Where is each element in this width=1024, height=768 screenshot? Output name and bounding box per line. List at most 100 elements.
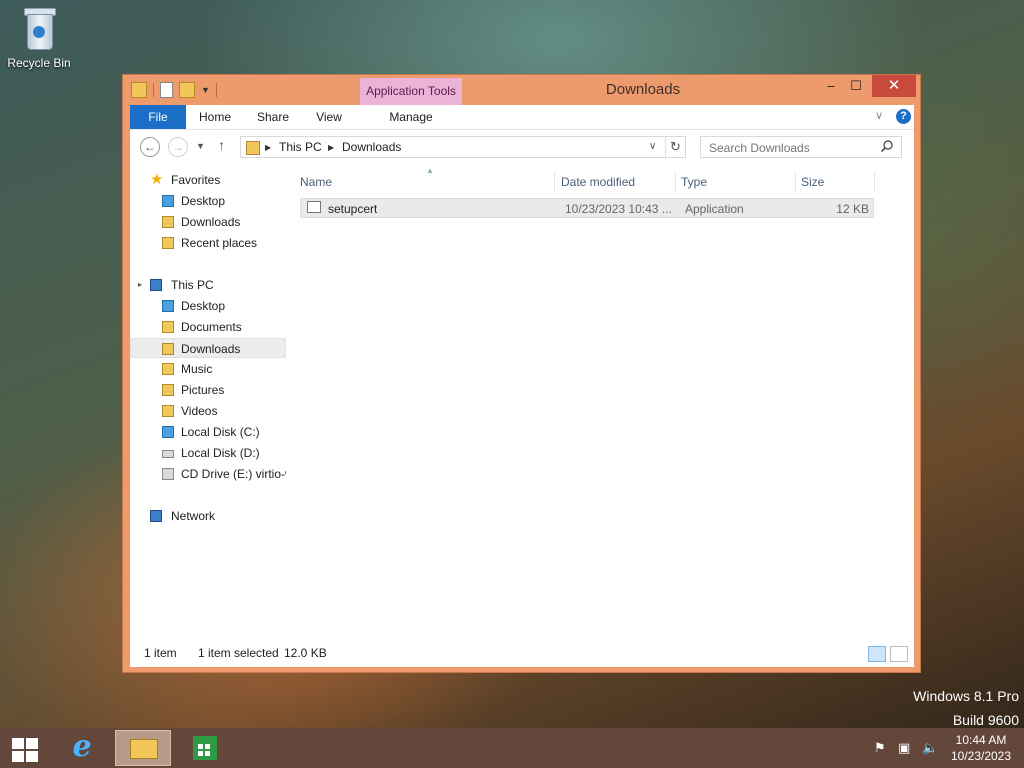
recycle-bin-label: Recycle Bin (7, 56, 71, 70)
file-explorer-taskbar-button[interactable] (115, 730, 171, 766)
forward-button[interactable]: → (168, 137, 188, 157)
back-button[interactable]: ← (140, 137, 160, 157)
address-bar[interactable]: ▶ This PC ▶ Downloads ∨ ↻ (240, 136, 686, 158)
status-bar: 1 item 1 item selected 12.0 KB (130, 640, 914, 667)
network-icon (150, 510, 162, 522)
system-clock[interactable]: 10:44 AM 10/23/2023 (946, 732, 1016, 764)
nav-pc-cd-drive[interactable]: CD Drive (E:) virtio-w (130, 464, 286, 484)
nav-pc-downloads[interactable]: Downloads (130, 338, 286, 358)
computer-icon (150, 279, 162, 291)
nav-fav-recent-places[interactable]: Recent places (130, 233, 286, 253)
file-name: setupcert (328, 202, 378, 216)
chevron-right-icon[interactable]: ▶ (265, 143, 271, 152)
application-tools-tab[interactable]: Application Tools (360, 78, 462, 105)
chevron-right-icon[interactable]: ▶ (328, 143, 334, 152)
large-icons-view-button[interactable] (890, 646, 908, 662)
volume-muted-icon[interactable]: 🔈 (922, 740, 938, 756)
search-icon[interactable] (880, 139, 894, 153)
file-row[interactable]: setupcert 10/23/2023 10:43 ... Applicati… (300, 198, 874, 218)
start-button[interactable] (8, 730, 42, 766)
nav-pc-music[interactable]: Music (130, 359, 286, 379)
customize-toolbar-icon[interactable]: ▼ (201, 85, 210, 95)
pictures-icon (162, 384, 174, 396)
details-view-button[interactable] (868, 646, 886, 662)
explorer-content: ← → ▼ ↑ ▶ This PC ▶ Downloads ∨ ↻ ★ Favo… (130, 130, 914, 667)
address-dropdown-icon[interactable]: ∨ (649, 141, 656, 152)
status-size: 12.0 KB (284, 646, 327, 660)
internet-explorer-icon[interactable]: e (64, 730, 100, 766)
window-title: Downloads (605, 81, 681, 98)
tab-file[interactable]: File (130, 105, 186, 129)
explorer-window: ▼ Application Tools Downloads ‒ ☐ ✕ File… (122, 74, 921, 673)
clock-date: 10/23/2023 (950, 749, 1012, 763)
breadcrumb-downloads[interactable]: Downloads (342, 140, 401, 154)
tab-share[interactable]: Share (250, 105, 296, 129)
folder-icon (130, 739, 158, 759)
column-header-type[interactable]: Type (681, 170, 795, 194)
windows-drive-icon (162, 426, 174, 438)
nav-pc-videos[interactable]: Videos (130, 401, 286, 421)
os-edition: Windows 8.1 Pro (913, 688, 1019, 704)
clock-time: 10:44 AM (955, 733, 1007, 747)
network-status-icon[interactable]: ▣ (898, 740, 910, 756)
nav-favorites[interactable]: ★ Favorites (130, 170, 286, 190)
up-button[interactable]: ↑ (218, 137, 225, 153)
tab-home[interactable]: Home (192, 105, 238, 129)
nav-network[interactable]: Network (130, 506, 286, 526)
nav-fav-desktop[interactable]: Desktop (130, 191, 286, 211)
expand-ribbon-icon[interactable]: ∨ (875, 109, 883, 122)
star-icon: ★ (150, 171, 164, 188)
help-icon[interactable]: ? (896, 109, 911, 124)
quick-access-toolbar: ▼ (131, 82, 217, 98)
chevron-right-icon[interactable]: ▸ (138, 275, 142, 295)
folder-icon[interactable] (131, 82, 147, 98)
nav-fav-downloads[interactable]: Downloads (130, 212, 286, 232)
recycle-bin-shortcut[interactable]: Recycle Bin (6, 6, 72, 70)
file-date: 10/23/2023 10:43 ... (565, 202, 672, 216)
new-folder-icon[interactable] (179, 82, 195, 98)
nav-pc-pictures[interactable]: Pictures (130, 380, 286, 400)
music-icon (162, 363, 174, 375)
file-size: 12 KB (836, 202, 869, 216)
column-header-date-modified[interactable]: Date modified (561, 170, 675, 194)
downloads-icon (162, 216, 174, 228)
store-icon[interactable] (188, 730, 222, 766)
application-icon (307, 201, 321, 213)
nav-pc-documents[interactable]: Documents (130, 317, 286, 337)
minimize-button[interactable]: ‒ (820, 75, 842, 97)
nav-pc-desktop[interactable]: Desktop (130, 296, 286, 316)
close-button[interactable]: ✕ (872, 75, 916, 97)
os-watermark: Windows 8.1 Pro Build 9600 (913, 684, 1019, 732)
address-folder-icon (246, 141, 260, 155)
navigation-pane: ★ Favorites Desktop Downloads Recent pla… (130, 170, 288, 630)
breadcrumb-this-pc[interactable]: This PC (279, 140, 322, 154)
desktop-icon (162, 300, 174, 312)
refresh-icon[interactable]: ↻ (670, 139, 681, 155)
search-box[interactable] (700, 136, 902, 158)
taskbar: e ⚑ ▣ 🔈 10:44 AM 10/23/2023 (0, 728, 1024, 768)
column-header-size[interactable]: Size (801, 170, 871, 194)
recent-places-icon (162, 237, 174, 249)
tab-manage[interactable]: Manage (360, 105, 462, 129)
drive-icon (162, 450, 174, 458)
properties-icon[interactable] (160, 82, 173, 98)
videos-icon (162, 405, 174, 417)
search-input[interactable] (707, 139, 881, 157)
status-selected: 1 item selected (198, 646, 279, 660)
nav-pc-local-disk-d[interactable]: Local Disk (D:) (130, 443, 286, 463)
status-item-count: 1 item (144, 646, 177, 660)
action-center-flag-icon[interactable]: ⚑ (874, 740, 886, 756)
file-type: Application (685, 202, 744, 216)
column-header-name[interactable]: Name (300, 170, 555, 194)
nav-this-pc[interactable]: ▸ This PC (130, 275, 286, 295)
recent-locations-icon[interactable]: ▼ (196, 141, 205, 151)
tab-view[interactable]: View (306, 105, 352, 129)
desktop-icon (162, 195, 174, 207)
downloads-icon (162, 343, 174, 355)
maximize-button[interactable]: ☐ (845, 75, 867, 97)
ribbon: File Home Share View Manage ∨ ? (130, 105, 914, 130)
documents-icon (162, 321, 174, 333)
nav-pc-local-disk-c[interactable]: Local Disk (C:) (130, 422, 286, 442)
title-bar[interactable]: ▼ Application Tools Downloads ‒ ☐ ✕ (123, 75, 920, 105)
file-list: ▲ Name Date modified Type Size setupcert… (300, 166, 910, 630)
